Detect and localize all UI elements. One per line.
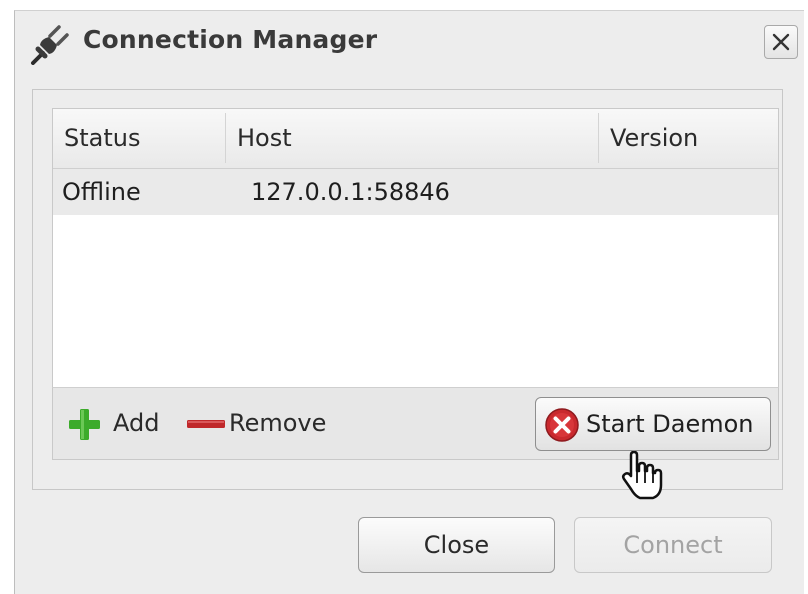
table-row[interactable]: Offline 127.0.0.1:58846	[53, 169, 778, 215]
column-header-host[interactable]: Host	[226, 109, 598, 167]
title-bar: Connection Manager	[15, 11, 804, 75]
column-header-status[interactable]: Status	[53, 109, 225, 167]
plug-icon	[29, 25, 69, 65]
status-cell: Offline	[62, 178, 141, 206]
host-cell: 127.0.0.1:58846	[251, 178, 450, 206]
list-toolbar: Add Remove Start Daemon	[52, 387, 779, 460]
add-button[interactable]: Add	[67, 402, 183, 444]
close-icon[interactable]	[764, 25, 798, 59]
remove-button[interactable]: Remove	[185, 402, 355, 444]
start-daemon-button[interactable]: Start Daemon	[535, 397, 771, 451]
connect-button[interactable]: Connect	[574, 517, 772, 573]
plus-icon	[67, 407, 101, 454]
stop-circle-icon	[544, 407, 580, 447]
remove-label: Remove	[229, 409, 327, 437]
column-header-version[interactable]: Version	[599, 109, 779, 167]
dialog-title: Connection Manager	[83, 25, 378, 54]
close-button[interactable]: Close	[358, 517, 555, 573]
list-header: Status Host Version	[53, 109, 778, 169]
connection-manager-dialog: Connection Manager Status Host Version O…	[14, 10, 804, 594]
minus-icon	[185, 407, 227, 454]
version-cell	[599, 169, 788, 215]
add-label: Add	[113, 409, 160, 437]
start-daemon-label: Start Daemon	[586, 410, 754, 438]
